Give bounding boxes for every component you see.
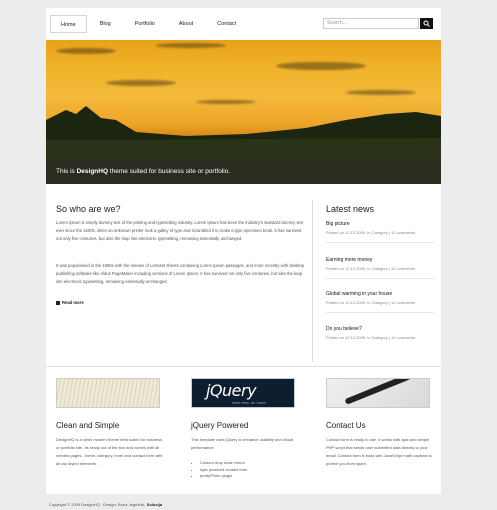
hero-caption-prefix: This is: [56, 168, 77, 175]
news-item-meta: Posted on 12.12.2009. in Category | 12 c…: [326, 300, 416, 305]
search-button[interactable]: [420, 18, 433, 29]
hero-caption: This is DesignHQ theme suited for busine…: [46, 160, 441, 184]
news-item-meta: Posted on 12.12.2009. in Category | 12 c…: [326, 230, 416, 235]
news-item: Do you believe? Posted on 12.12.2009. in…: [326, 326, 436, 342]
feature-title: Contact Us: [326, 421, 366, 430]
news-item: Big picture Posted on 12.12.2009. in Cat…: [326, 221, 436, 243]
jquery-logo-image: jQuery write less, do more: [191, 378, 295, 408]
hero-banner: This is DesignHQ theme suited for busine…: [46, 40, 441, 184]
search-input[interactable]: Search...: [323, 18, 419, 29]
nav-item-blog[interactable]: Blog: [89, 15, 122, 33]
news-item-title[interactable]: Global warming in your house: [326, 291, 436, 298]
pen-icon: [344, 379, 412, 405]
hero-caption-suffix: theme suited for business site or portfo…: [108, 168, 231, 175]
news-item-title[interactable]: Do you believe?: [326, 326, 436, 333]
feature-text: This template uses jQuery to enhance usa…: [191, 437, 294, 450]
news-item-title[interactable]: Big picture: [326, 221, 436, 228]
footer-copyright: Copyright © 2009 DesignHQ · Design: Boru…: [49, 502, 162, 507]
news-item-meta: Posted on 12.12.2009. in Category | 12 c…: [326, 335, 416, 340]
nav-item-portfolio[interactable]: Portfolio: [124, 15, 166, 33]
page-container: Home Blog Portfolio About Contact Search…: [46, 8, 441, 507]
news-item-title[interactable]: Earning more money: [326, 257, 436, 264]
footer-copyright-text: Copyright © 2009 DesignHQ · Design: Boru…: [49, 502, 147, 507]
nav-menu: Home Blog Portfolio About Contact: [50, 15, 247, 35]
pen-image: [326, 378, 430, 408]
search-icon: [423, 20, 430, 27]
jquery-tagline: write less, do more: [232, 400, 266, 405]
list-item: prettyPhoto plugin: [200, 473, 247, 480]
divider: [326, 277, 434, 279]
divider: [326, 241, 434, 243]
footer-link[interactable]: Solucija: [147, 502, 162, 507]
read-more-label: Read more: [62, 300, 84, 305]
news-item: Earning more money Posted on 12.12.2009.…: [326, 257, 436, 279]
sidebar-divider: [312, 200, 313, 362]
bullet-icon: [56, 300, 60, 305]
top-navigation: Home Blog Portfolio About Contact Search…: [46, 8, 441, 40]
feature-title: jQuery Powered: [191, 421, 249, 430]
main-paragraph-1: Lorem Ipsum is simply dummy text of the …: [56, 220, 304, 242]
feature-list: Custom drop down menu Ajax powered conta…: [196, 460, 247, 480]
news-item-meta: Posted on 12.12.2009. in Category | 12 c…: [326, 266, 416, 271]
list-item: Custom drop down menu: [200, 460, 247, 467]
clean-simple-image: [56, 378, 160, 408]
read-more-link[interactable]: Read more: [56, 300, 84, 305]
hero-caption-brand: DesignHQ: [76, 168, 109, 175]
jquery-logo-text: jQuery: [206, 381, 257, 400]
feature-text: Contact form is ready to use. It works w…: [326, 437, 432, 466]
nav-item-contact[interactable]: Contact: [206, 15, 247, 33]
main-title: So who are we?: [56, 204, 121, 214]
section-divider: [46, 366, 441, 367]
divider: [326, 311, 434, 313]
nav-item-home[interactable]: Home: [50, 15, 87, 33]
feature-text: DesignHQ is a sleek modern theme best su…: [56, 437, 163, 466]
main-paragraph-2: It was popularised in the 1960s with the…: [56, 263, 304, 285]
news-item: Global warming in your house Posted on 1…: [326, 291, 436, 313]
feature-title: Clean and Simple: [56, 421, 120, 430]
sidebar-title: Latest news: [326, 204, 375, 214]
nav-item-about[interactable]: About: [168, 15, 204, 33]
